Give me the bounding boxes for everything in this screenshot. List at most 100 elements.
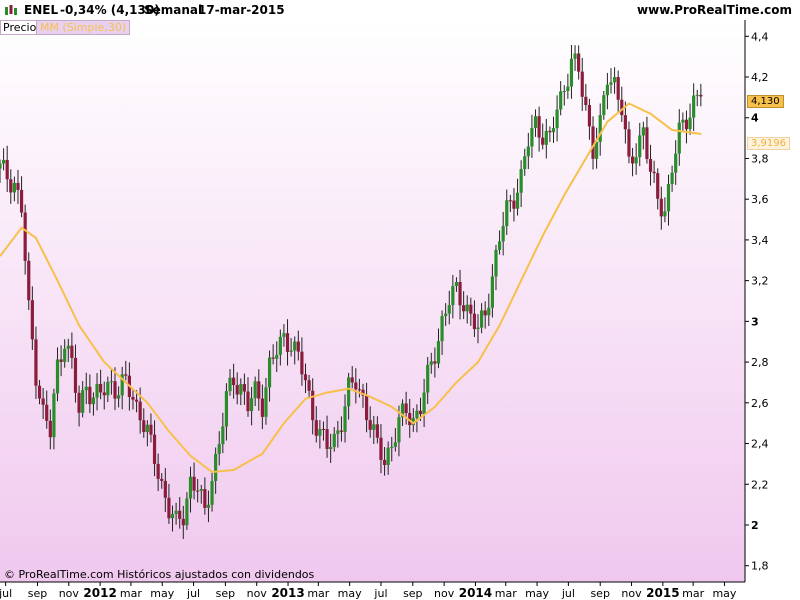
candle-down xyxy=(548,130,552,133)
candle-down xyxy=(73,357,78,393)
candle-down xyxy=(537,116,541,138)
candle-up xyxy=(329,447,333,449)
candle-up xyxy=(84,386,88,391)
candle-down xyxy=(9,179,13,193)
candle-down xyxy=(232,377,236,386)
candle-down xyxy=(102,392,106,396)
y-tick-label: 3,8 xyxy=(751,152,769,165)
candle-up xyxy=(447,305,451,314)
x-tick-label: jul xyxy=(561,587,575,600)
candle-up xyxy=(278,336,282,355)
candle-up xyxy=(605,84,609,96)
candle-down xyxy=(124,374,128,376)
candle-up xyxy=(206,504,211,508)
y-tick-label: 4,4 xyxy=(751,30,769,43)
candle-down xyxy=(382,459,387,465)
candle-up xyxy=(12,182,16,193)
candle-down xyxy=(303,374,308,381)
candle-down xyxy=(364,395,369,421)
x-tick-label: sep xyxy=(403,587,422,600)
candle-up xyxy=(487,307,491,316)
candle-up xyxy=(440,316,444,342)
candle-up xyxy=(573,53,577,59)
candle-down xyxy=(19,189,24,213)
site-url: www.ProRealTime.com xyxy=(637,3,792,17)
candle-down xyxy=(37,385,42,399)
x-tick-label: nov xyxy=(434,587,455,600)
candle-up xyxy=(497,241,502,250)
y-tick-label: 4 xyxy=(751,112,759,125)
candle-down xyxy=(30,300,34,340)
candle-up xyxy=(695,94,699,96)
candle-down xyxy=(584,96,588,106)
candle-down xyxy=(142,420,146,433)
candle-down xyxy=(627,129,631,157)
candle-up xyxy=(185,498,189,526)
price-chart[interactable]: 4,4 4,2 4 3,8 3,6 3,4 3,2 3 2,8 2,6 2,4 2,2 2 1,8 jul… xyxy=(0,20,800,600)
x-tick-label: mar xyxy=(495,587,517,600)
candle-down xyxy=(300,351,304,375)
candle-down xyxy=(5,159,9,180)
candle-up xyxy=(264,387,268,417)
candle-down xyxy=(483,310,487,316)
candle-down xyxy=(156,463,160,479)
candle-down xyxy=(656,173,660,199)
candle-down xyxy=(512,200,516,209)
candle-up xyxy=(609,82,613,85)
candle-up xyxy=(55,359,60,394)
candle-down xyxy=(311,390,315,421)
candle-down xyxy=(325,429,329,449)
candle-down xyxy=(541,137,545,145)
candle-up xyxy=(530,127,534,147)
y-tick-label: 2 xyxy=(751,519,759,532)
candle-down xyxy=(88,386,92,405)
candle-up xyxy=(221,426,225,445)
candle-up xyxy=(386,447,390,465)
candle-down xyxy=(577,53,581,72)
x-tick-label: 2014 xyxy=(459,586,492,600)
candle-up xyxy=(332,433,336,448)
candle-up xyxy=(106,381,110,396)
candle-down xyxy=(99,383,103,393)
legend-price: Precio xyxy=(0,20,40,35)
candle-down xyxy=(458,281,462,306)
candle-up xyxy=(533,116,538,128)
candle-up xyxy=(677,122,681,154)
candle-down xyxy=(131,396,135,400)
legend-moving-average: MM (Simple,30) xyxy=(36,20,131,35)
candle-down xyxy=(314,420,318,436)
candlestick-logo-icon xyxy=(5,5,17,15)
candle-up xyxy=(217,444,221,454)
y-tick-label: 2,8 xyxy=(751,356,769,369)
candle-down xyxy=(48,420,52,438)
y-tick-label: 3,6 xyxy=(751,193,769,206)
date-label: 17-mar-2015 xyxy=(198,3,285,17)
candle-down xyxy=(296,341,300,352)
candle-up xyxy=(415,410,419,419)
x-tick-label: 2015 xyxy=(646,586,679,600)
y-tick-label: 2,4 xyxy=(751,438,769,451)
candle-up xyxy=(602,95,606,116)
x-tick-label: sep xyxy=(216,587,235,600)
candle-up xyxy=(347,377,351,407)
candle-up xyxy=(569,58,574,87)
candle-up xyxy=(343,406,347,432)
x-tick-label: jul xyxy=(373,587,387,600)
candle-down xyxy=(508,200,512,202)
candle-up xyxy=(390,446,394,448)
candle-down xyxy=(41,398,45,405)
candle-down xyxy=(178,510,182,519)
candle-up xyxy=(81,390,85,413)
candle-up xyxy=(429,361,433,365)
candle-up xyxy=(63,348,67,362)
candle-up xyxy=(674,153,678,173)
y-tick-label: 3 xyxy=(751,315,759,328)
x-tick-label: jul xyxy=(0,587,12,600)
candle-up xyxy=(239,384,243,395)
ticker-symbol: ENEL xyxy=(24,3,59,17)
candle-up xyxy=(289,350,293,352)
candle-up xyxy=(436,341,441,364)
candle-up xyxy=(199,489,203,491)
candle-down xyxy=(138,401,142,421)
x-tick-label: may xyxy=(150,587,174,600)
